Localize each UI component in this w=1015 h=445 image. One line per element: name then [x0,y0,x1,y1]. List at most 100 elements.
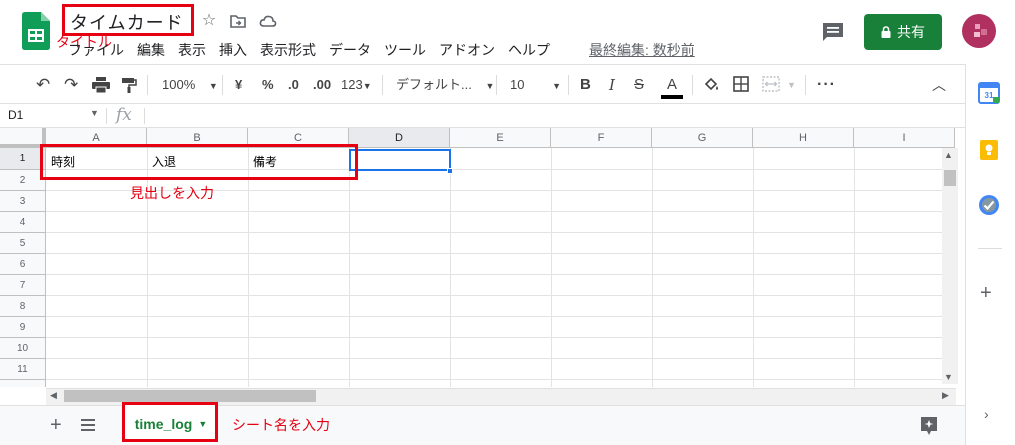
collapse-menu-icon[interactable]: ︿ [932,75,946,95]
toolbar-separator [382,75,383,95]
gridline [46,316,942,317]
menu-file[interactable]: ファイル [68,40,124,60]
column-header-f[interactable]: F [551,128,652,148]
avatar[interactable] [962,14,996,48]
scroll-left-icon[interactable]: ◀ [50,390,57,401]
row-header-3[interactable]: 3 [0,191,46,212]
row-header-4[interactable]: 4 [0,212,46,233]
last-edit-link[interactable]: 最終編集: 数秒前 [589,40,695,60]
font-value: デフォルト... [396,77,472,92]
row-header-11[interactable]: 11 [0,359,46,380]
strikethrough-icon[interactable]: S [634,75,644,95]
name-box[interactable]: D1 [8,108,23,122]
merge-cells-icon[interactable] [762,76,780,92]
tasks-icon[interactable] [978,194,1000,216]
decrease-decimal-button[interactable]: .0 [288,75,299,95]
redo-icon[interactable]: ↷ [64,75,78,95]
gridline [248,148,249,387]
menu-data[interactable]: データ [329,40,371,60]
column-header-h[interactable]: H [753,128,854,148]
row-header-5[interactable]: 5 [0,233,46,254]
chevron-down-icon[interactable]: ▼ [787,75,796,95]
add-icon[interactable]: + [980,282,992,305]
paint-format-icon[interactable] [121,77,137,93]
scroll-down-icon[interactable]: ▼ [944,372,953,382]
more-formats-button[interactable]: 123▼ [341,75,372,95]
currency-button[interactable]: ¥ [235,75,242,95]
sheets-logo-icon[interactable] [22,12,50,50]
formula-separator [106,108,107,124]
more-options-icon[interactable]: ··· [817,75,836,95]
bold-icon[interactable]: B [580,75,591,95]
side-panel: 31 + › [965,64,1015,445]
comment-history-icon[interactable] [822,22,844,42]
menu-format[interactable]: 表示形式 [260,40,316,60]
all-sheets-icon[interactable] [81,419,95,431]
row-header-10[interactable]: 10 [0,338,46,359]
keep-icon[interactable] [978,139,1000,161]
lock-icon [881,26,891,38]
fill-handle[interactable] [447,168,453,174]
explore-icon[interactable] [920,416,938,436]
borders-icon[interactable] [733,76,749,92]
cloud-saved-icon[interactable] [259,12,277,30]
print-icon[interactable] [92,77,110,93]
percent-button[interactable]: % [262,75,274,95]
menu-view[interactable]: 表示 [178,40,206,60]
increase-decimal-button[interactable]: .00 [313,75,331,95]
chevron-down-icon[interactable]: ▼ [90,108,99,118]
gridline [46,379,942,380]
menu-edit[interactable]: 編集 [137,40,165,60]
calendar-icon[interactable]: 31 [978,82,1000,104]
scroll-up-icon[interactable]: ▲ [944,150,953,160]
gridline [450,148,451,387]
zoom-select[interactable]: 100% ▼ [162,75,218,95]
column-header-g[interactable]: G [652,128,753,148]
horizontal-scroll-thumb[interactable] [64,390,316,402]
menu-bar: ファイル 編集 表示 挿入 表示形式 データ ツール アドオン ヘルプ [68,40,563,60]
chevron-right-icon[interactable]: › [984,406,989,422]
text-color-icon[interactable]: A [661,75,683,99]
chevron-down-icon: ▼ [485,81,495,91]
chevron-down-icon: ▼ [552,81,562,91]
row-header-8[interactable]: 8 [0,296,46,317]
menu-addons[interactable]: アドオン [439,40,495,60]
gridline [652,148,653,387]
toolbar-separator [147,75,148,95]
formula-separator [144,108,145,124]
side-panel-divider [978,248,1002,249]
font-select[interactable]: デフォルト... ▼ [396,75,494,95]
undo-icon[interactable]: ↶ [36,75,50,95]
font-size-select[interactable]: 10 ▼ [510,75,561,95]
scroll-right-icon[interactable]: ▶ [942,390,949,401]
toolbar-separator [805,75,806,95]
gridline [854,148,855,387]
column-header-d[interactable]: D [349,128,450,148]
formula-bar: D1 ▼ fx [0,104,965,128]
add-sheet-icon[interactable]: + [50,414,62,437]
column-header-e[interactable]: E [450,128,551,148]
row-header-6[interactable]: 6 [0,254,46,275]
star-icon[interactable]: ☆ [200,12,218,30]
row-header-7[interactable]: 7 [0,275,46,296]
row-header-9[interactable]: 9 [0,317,46,338]
menu-insert[interactable]: 挿入 [219,40,247,60]
gridline [46,211,942,212]
toolbar: ↶ ↷ 100% ▼ ¥ % .0 .00 123▼ デフォルト... ▼ 10… [0,64,965,104]
sheet-annotation-box [122,402,218,442]
formula-input[interactable] [150,104,960,127]
share-button[interactable]: 共有 [864,14,942,50]
menu-tools[interactable]: ツール [384,40,426,60]
vertical-scroll-thumb[interactable] [944,170,956,186]
chevron-down-icon: ▼ [362,81,372,91]
active-cell-d1[interactable] [349,149,451,171]
fill-color-icon[interactable] [703,76,721,94]
row-header-12[interactable] [0,380,46,387]
share-label: 共有 [897,24,925,40]
column-header-i[interactable]: I [854,128,955,148]
italic-icon[interactable]: I [609,75,615,95]
toolbar-separator [692,75,693,95]
toolbar-separator [222,75,223,95]
move-folder-icon[interactable] [229,12,247,30]
menu-help[interactable]: ヘルプ [508,40,550,60]
